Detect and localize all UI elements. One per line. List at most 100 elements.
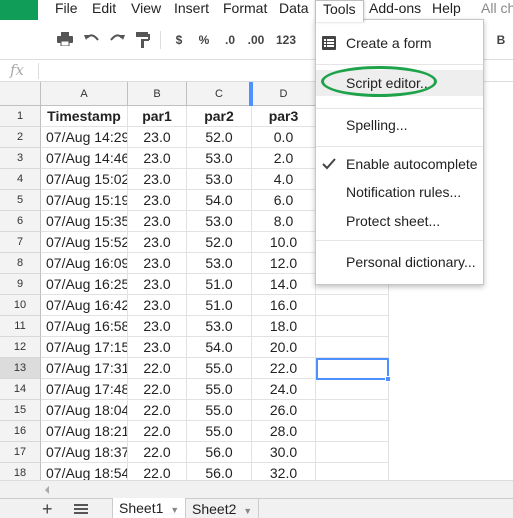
column-resize-marker[interactable] — [249, 82, 253, 106]
grid-cell[interactable]: 23.0 — [128, 337, 187, 358]
row-header[interactable]: 3 — [0, 148, 41, 169]
grid-cell[interactable]: 22.0 — [128, 421, 187, 442]
grid-cell[interactable]: 07/Aug 18:37 — [41, 442, 128, 463]
grid-cell[interactable]: 23.0 — [128, 127, 187, 148]
grid-cell[interactable]: 52.0 — [187, 127, 252, 148]
grid-cell[interactable]: 23.0 — [128, 253, 187, 274]
grid-cell[interactable]: 22.0 — [128, 400, 187, 421]
grid-cell[interactable]: 22.0 — [252, 358, 316, 379]
row-header[interactable]: 9 — [0, 274, 41, 295]
menu-item-notification-rules[interactable]: Notification rules... — [316, 179, 483, 205]
grid-cell[interactable]: 53.0 — [187, 169, 252, 190]
grid-cell[interactable]: 53.0 — [187, 316, 252, 337]
grid-cell[interactable] — [316, 295, 389, 316]
row-header[interactable]: 5 — [0, 190, 41, 211]
undo-icon[interactable] — [82, 30, 102, 50]
grid-cell[interactable]: 23.0 — [128, 316, 187, 337]
menu-view[interactable]: View — [124, 0, 168, 20]
grid-cell[interactable]: Timestamp — [41, 106, 128, 127]
grid-cell[interactable]: 10.0 — [252, 232, 316, 253]
increase-decimals-button[interactable]: .00 — [244, 30, 268, 50]
menu-item-create-form[interactable]: Create a form — [316, 30, 483, 56]
menu-item-script-editor[interactable]: Script editor... — [316, 70, 483, 96]
menu-data[interactable]: Data — [272, 0, 316, 20]
grid-cell[interactable]: 07/Aug 18:21 — [41, 421, 128, 442]
select-all-corner[interactable] — [0, 82, 41, 106]
grid-cell[interactable]: 22.0 — [128, 358, 187, 379]
horizontal-scrollbar[interactable] — [0, 480, 513, 498]
currency-format-button[interactable]: $ — [170, 30, 188, 50]
grid-cell[interactable]: 22.0 — [128, 442, 187, 463]
grid-cell[interactable] — [316, 337, 389, 358]
grid-cell[interactable]: 55.0 — [187, 358, 252, 379]
grid-cell[interactable]: 07/Aug 16:42 — [41, 295, 128, 316]
grid-cell[interactable]: 23.0 — [128, 274, 187, 295]
grid-cell[interactable] — [316, 379, 389, 400]
sheet-tab-sheet2[interactable]: Sheet2 ▼ — [185, 499, 260, 518]
grid-cell[interactable]: 54.0 — [187, 190, 252, 211]
menu-tools[interactable]: Tools — [315, 0, 364, 22]
menu-insert[interactable]: Insert — [167, 0, 216, 20]
plus-icon[interactable]: + — [42, 500, 53, 518]
grid-cell[interactable]: 07/Aug 16:09 — [41, 253, 128, 274]
grid-cell[interactable]: 51.0 — [187, 295, 252, 316]
sheet-tab-sheet1[interactable]: Sheet1 ▼ — [112, 498, 187, 518]
grid-cell[interactable]: 55.0 — [187, 400, 252, 421]
grid-cell[interactable] — [316, 442, 389, 463]
row-header[interactable]: 8 — [0, 253, 41, 274]
grid-cell[interactable]: 23.0 — [128, 295, 187, 316]
grid-cell[interactable]: 07/Aug 17:48 — [41, 379, 128, 400]
grid-cell[interactable]: 2.0 — [252, 148, 316, 169]
grid-cell[interactable]: 0.0 — [252, 127, 316, 148]
grid-cell[interactable]: 07/Aug 14:46 — [41, 148, 128, 169]
row-header[interactable]: 14 — [0, 379, 41, 400]
paint-format-icon[interactable] — [133, 30, 153, 50]
menu-help[interactable]: Help — [425, 0, 468, 20]
chevron-down-icon[interactable]: ▼ — [243, 506, 252, 516]
grid-cell[interactable] — [316, 421, 389, 442]
grid-cell[interactable]: 53.0 — [187, 148, 252, 169]
grid-cell[interactable]: 23.0 — [128, 148, 187, 169]
menu-item-enable-autocomplete[interactable]: Enable autocomplete — [316, 151, 483, 177]
grid-cell[interactable]: 22.0 — [128, 379, 187, 400]
grid-cell[interactable]: 23.0 — [128, 169, 187, 190]
grid-cell[interactable]: 07/Aug 15:19 — [41, 190, 128, 211]
column-header-a[interactable]: A — [41, 82, 128, 106]
column-header-d[interactable]: D — [252, 82, 316, 106]
column-header-b[interactable]: B — [128, 82, 187, 106]
menu-format[interactable]: Format — [216, 0, 274, 20]
grid-cell[interactable]: 8.0 — [252, 211, 316, 232]
grid-cell[interactable]: 55.0 — [187, 379, 252, 400]
grid-cell[interactable]: 18.0 — [252, 316, 316, 337]
percent-format-button[interactable]: % — [195, 30, 213, 50]
row-header[interactable]: 11 — [0, 316, 41, 337]
menu-item-spelling[interactable]: Spelling... — [316, 112, 483, 138]
grid-cell[interactable]: 4.0 — [252, 169, 316, 190]
row-header[interactable]: 17 — [0, 442, 41, 463]
menu-item-personal-dictionary[interactable]: Personal dictionary... — [316, 249, 483, 275]
row-header[interactable]: 6 — [0, 211, 41, 232]
chevron-down-icon[interactable]: ▼ — [170, 505, 179, 515]
grid-cell[interactable]: 26.0 — [252, 400, 316, 421]
grid-cell[interactable]: par2 — [187, 106, 252, 127]
row-header[interactable]: 15 — [0, 400, 41, 421]
grid-cell[interactable] — [316, 400, 389, 421]
grid-cell[interactable]: 07/Aug 15:52 — [41, 232, 128, 253]
decrease-decimals-button[interactable]: .0 — [219, 30, 241, 50]
row-header[interactable]: 12 — [0, 337, 41, 358]
row-header[interactable]: 13 — [0, 358, 41, 379]
grid-cell[interactable]: 07/Aug 17:15 — [41, 337, 128, 358]
grid-cell[interactable]: 28.0 — [252, 421, 316, 442]
grid-cell[interactable]: 54.0 — [187, 337, 252, 358]
grid-cell[interactable]: 12.0 — [252, 253, 316, 274]
grid-cell[interactable]: par1 — [128, 106, 187, 127]
column-header-c[interactable]: C — [187, 82, 252, 106]
grid-cell[interactable]: 20.0 — [252, 337, 316, 358]
grid-cell[interactable]: 07/Aug 16:25 — [41, 274, 128, 295]
list-sheets-icon[interactable] — [74, 504, 88, 516]
grid-cell[interactable]: 23.0 — [128, 232, 187, 253]
row-header[interactable]: 1 — [0, 106, 41, 127]
grid-cell[interactable]: 30.0 — [252, 442, 316, 463]
grid-cell[interactable]: 24.0 — [252, 379, 316, 400]
grid-cell[interactable]: 51.0 — [187, 274, 252, 295]
